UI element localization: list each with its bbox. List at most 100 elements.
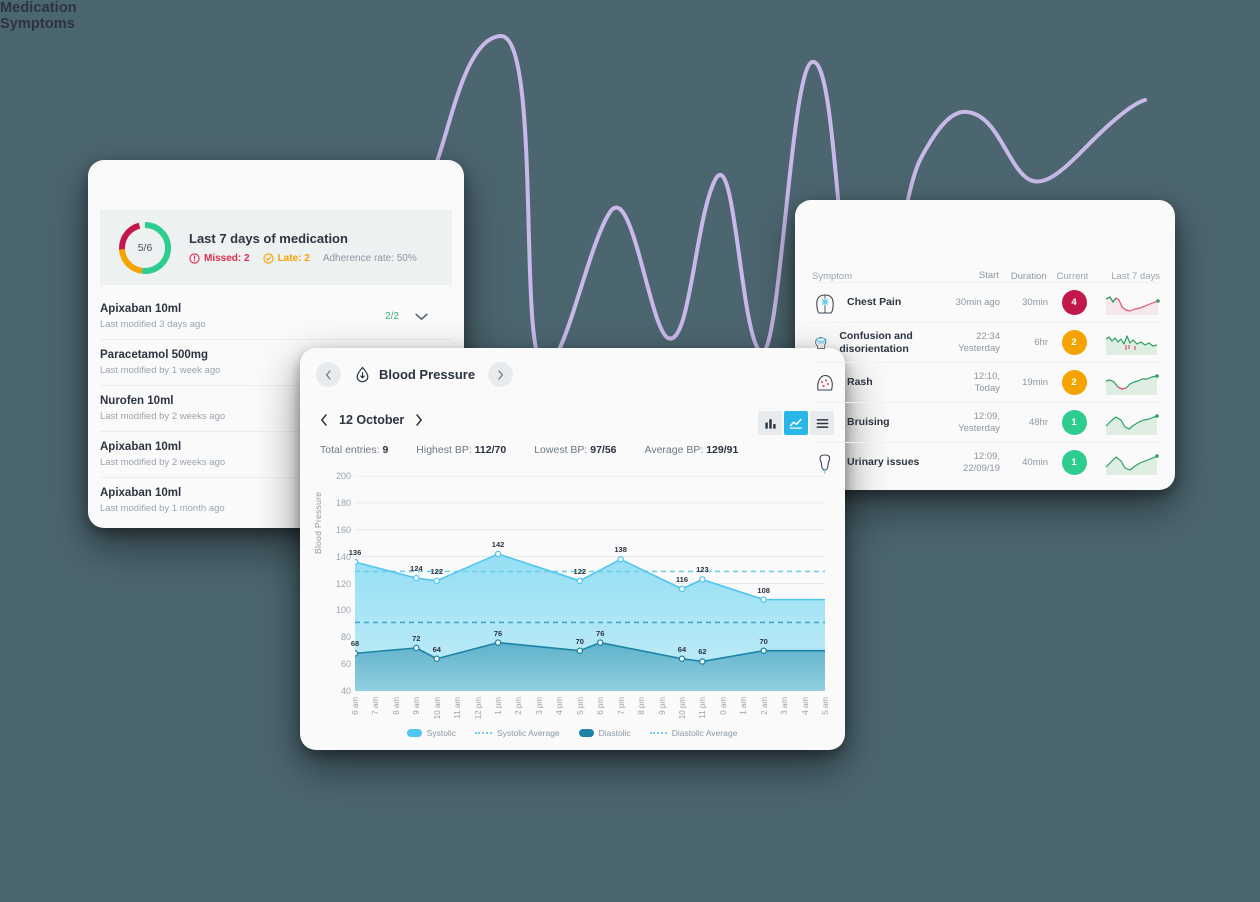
list-view-button[interactable] — [810, 411, 834, 435]
medication-summary-heading: Last 7 days of medication — [189, 231, 348, 246]
data-point-marker[interactable] — [414, 645, 419, 650]
legend-label: Diastolic — [598, 728, 631, 738]
chart-plot-area — [355, 476, 825, 691]
stat-lowest-bp: Lowest BP: 97/56 — [534, 444, 616, 456]
severity-badge: 4 — [1061, 290, 1087, 315]
symptom-duration: 40min — [1022, 457, 1048, 468]
data-point-marker[interactable] — [700, 577, 705, 582]
symptoms-card-title: Symptoms — [0, 16, 75, 32]
y-axis-tick: 40 — [340, 686, 351, 696]
stat-total-entries: Total entries: 9 — [320, 444, 388, 456]
date-navigator: 12 October — [320, 413, 423, 427]
chevron-right-icon — [498, 369, 504, 380]
y-axis-tick: 80 — [340, 632, 351, 643]
x-axis-tick: 9 pm — [657, 697, 667, 715]
medication-modified: Last modified by 2 weeks ago — [100, 411, 226, 423]
current-date-label: 12 October — [339, 413, 405, 427]
symptom-row[interactable]: Rash 12:10, Today 19min 2 — [812, 362, 1160, 402]
y-axis-tick: 60 — [340, 659, 351, 670]
data-point-marker[interactable] — [434, 656, 439, 661]
medication-name: Apixaban 10ml — [100, 441, 182, 454]
stat-value: 129/91 — [706, 444, 739, 456]
medication-name: Nurofen 10ml — [100, 395, 174, 408]
data-point-marker[interactable] — [355, 651, 358, 656]
trend-sparkline — [1105, 453, 1159, 475]
x-axis-tick: 1 am — [739, 697, 749, 715]
data-point-marker[interactable] — [598, 640, 603, 645]
medication-list-item[interactable]: Apixaban 10ml Last modified 3 days ago 2… — [100, 294, 452, 340]
x-axis-tick: 1 pm — [494, 697, 504, 715]
missed-label: Missed: 2 — [204, 253, 250, 264]
blood-pressure-title: Blood Pressure — [379, 367, 476, 382]
symptom-name: Rash — [847, 376, 873, 389]
data-point-marker[interactable] — [355, 559, 358, 564]
y-axis-tick: 160 — [335, 524, 351, 535]
medication-dose-count: 2/2 — [385, 311, 399, 322]
trend-sparkline — [1105, 295, 1160, 315]
legend-dash — [474, 732, 492, 734]
stat-value: 112/70 — [474, 444, 507, 456]
missed-chip: Missed: 2 — [189, 253, 250, 264]
x-axis-tick: 7 am — [371, 697, 381, 715]
x-axis-tick: 5 am — [821, 697, 830, 715]
medication-card-title: Medication — [0, 0, 77, 16]
blood-pressure-header: Blood Pressure — [316, 362, 514, 387]
legend-swatch — [578, 729, 594, 737]
symptom-name: Chest Pain — [847, 296, 902, 309]
legend-label: Systolic Average — [496, 728, 560, 738]
previous-metric-button[interactable] — [316, 362, 341, 387]
data-point-marker[interactable] — [577, 578, 582, 583]
data-point-marker[interactable] — [761, 597, 766, 602]
column-header-start: Start — [978, 270, 999, 282]
next-day-button[interactable] — [415, 414, 423, 426]
x-axis-tick: 3 pm — [534, 697, 544, 715]
symptom-row[interactable]: Urinary issues 12:09, 22/09/19 40min 1 — [812, 442, 1160, 482]
chevron-down-icon[interactable] — [415, 313, 428, 321]
chevron-right-icon — [416, 414, 423, 426]
head-dizzy-icon — [815, 336, 827, 349]
x-axis-tick: 10 am — [432, 697, 442, 720]
column-header-last7days: Last 7 days — [1111, 271, 1160, 282]
alert-circle-icon — [189, 253, 200, 264]
data-point-marker[interactable] — [700, 659, 705, 664]
adherence-donut-chart: 5/6 — [117, 220, 173, 276]
legend-item-diastolic[interactable]: Diastolic — [578, 728, 631, 738]
legend-item-systolic[interactable]: Systolic — [406, 728, 456, 738]
symptom-row[interactable]: Confusion and disorientation 22:34 Yeste… — [812, 322, 1160, 362]
legend-dash — [649, 732, 667, 734]
blood-pressure-title-group: Blood Pressure — [354, 366, 475, 383]
previous-day-button[interactable] — [320, 414, 328, 426]
medication-name: Apixaban 10ml — [100, 487, 182, 500]
legend-item-diastolic-average[interactable]: Diastolic Average — [649, 728, 738, 738]
data-point-marker[interactable] — [495, 640, 500, 645]
symptom-start: 30min ago — [955, 296, 1000, 308]
data-point-marker[interactable] — [414, 576, 419, 581]
check-circle-icon — [262, 253, 274, 264]
data-point-marker[interactable] — [761, 648, 766, 653]
donut-center-label: 5/6 — [137, 241, 153, 254]
line-chart-icon — [789, 418, 802, 429]
symptom-start: 12:10, Today — [973, 370, 1000, 394]
torso-pain-icon — [816, 293, 834, 314]
bar-chart-view-button[interactable] — [758, 411, 782, 435]
data-point-marker[interactable] — [618, 557, 623, 562]
stat-label: Average BP: — [644, 444, 707, 456]
data-point-marker[interactable] — [679, 586, 684, 591]
legend-label: Diastolic Average — [671, 728, 738, 738]
data-point-marker[interactable] — [577, 648, 582, 653]
symptoms-table: Symptom Start Duration Current Last 7 da… — [812, 252, 1160, 482]
data-point-marker[interactable] — [679, 656, 684, 661]
data-point-marker[interactable] — [495, 551, 500, 556]
symptom-duration: 6hr — [1034, 337, 1048, 348]
symptom-start: 12:09, 22/09/19 — [963, 450, 1000, 474]
symptom-row[interactable]: Chest Pain 30min ago 30min 4 — [812, 282, 1160, 322]
x-axis-tick: 10 pm — [677, 697, 687, 720]
x-axis-tick: 9 am — [412, 697, 422, 715]
line-chart-view-button[interactable] — [784, 411, 808, 435]
x-axis-tick: 2 pm — [514, 697, 524, 715]
y-axis-tick: 140 — [335, 551, 351, 562]
data-point-marker[interactable] — [434, 578, 439, 583]
next-metric-button[interactable] — [488, 362, 514, 387]
medication-name: Paracetamol 500mg — [100, 349, 209, 362]
legend-item-systolic-average[interactable]: Systolic Average — [474, 728, 560, 738]
